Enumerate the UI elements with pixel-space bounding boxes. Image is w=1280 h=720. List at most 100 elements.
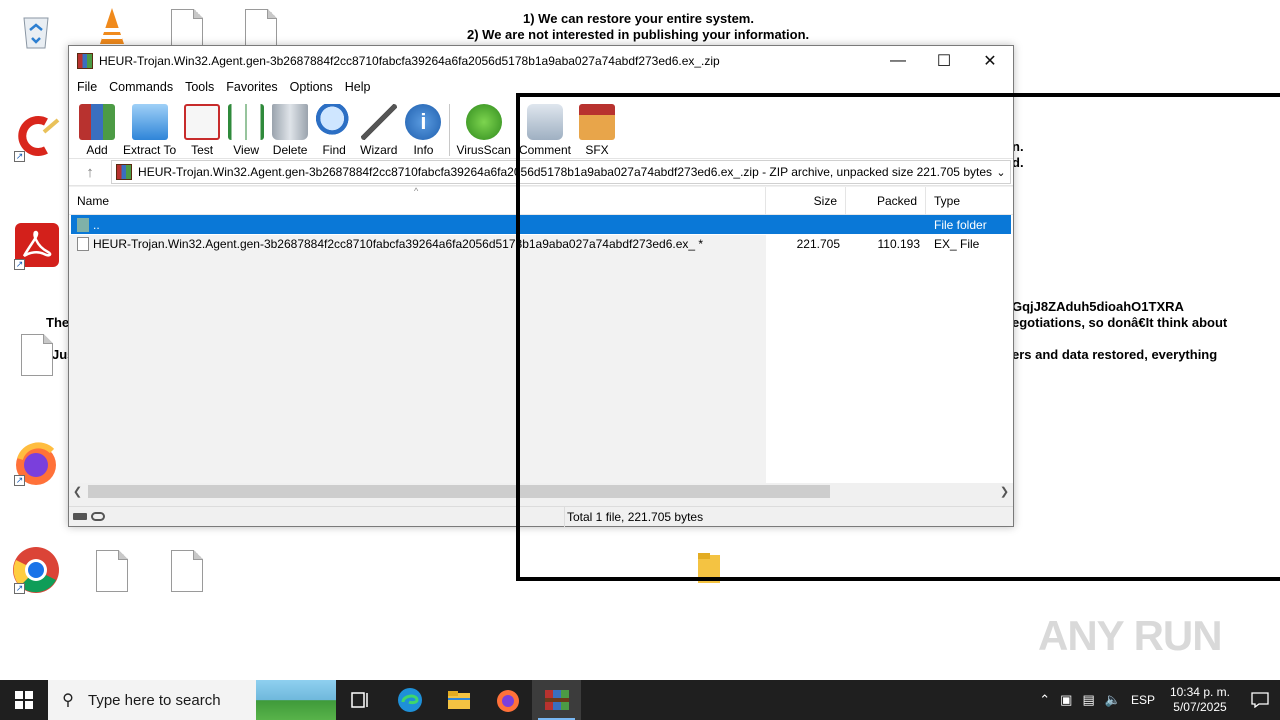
row-name: .. [93, 217, 100, 232]
search-box[interactable]: ⚲ Type here to search [48, 680, 336, 720]
table-row[interactable]: .. File folder [71, 215, 1011, 234]
note-line-2: 2) We are not interested in publishing y… [467, 27, 810, 42]
row-type: EX_ File [934, 236, 980, 251]
address-text: HEUR-Trojan.Win32.Agent.gen-3b2687884f2c… [138, 165, 992, 179]
volume-icon[interactable]: 🔈 [1105, 692, 1121, 708]
search-placeholder: Type here to search [88, 691, 221, 709]
virusscan-button[interactable]: VirusScan [456, 104, 511, 157]
close-button[interactable]: ✕ [967, 46, 1013, 76]
column-packed[interactable]: Packed [846, 186, 926, 215]
add-button[interactable]: Add [79, 104, 115, 157]
address-field[interactable]: HEUR-Trojan.Win32.Agent.gen-3b2687884f2c… [111, 160, 1011, 184]
column-size[interactable]: Size [766, 186, 846, 215]
add-icon [79, 104, 115, 140]
virusscan-icon [465, 104, 502, 140]
minimize-button[interactable]: — [875, 46, 921, 76]
title-bar[interactable]: HEUR-Trojan.Win32.Agent.gen-3b2687884f2c… [69, 46, 1013, 76]
find-icon [316, 104, 353, 140]
scroll-left-icon[interactable]: ❮ [69, 485, 86, 498]
extract-to-button[interactable]: Extract To [123, 104, 176, 157]
column-header: Name Size Packed Type [69, 186, 1013, 215]
virusscan-label: VirusScan [456, 143, 511, 157]
comment-button[interactable]: Comment [519, 104, 571, 157]
delete-button[interactable]: Delete [272, 104, 309, 157]
winrar-window[interactable]: HEUR-Trojan.Win32.Agent.gen-3b2687884f2c… [68, 45, 1014, 527]
file-icon[interactable] [21, 334, 53, 376]
file-list[interactable]: Name Size Packed Type ^ .. File folder H… [69, 186, 1013, 483]
clock-time: 10:34 p. m. [1169, 685, 1230, 699]
extract-to-icon [131, 104, 168, 140]
scroll-right-icon[interactable]: ❯ [996, 485, 1013, 498]
sfx-icon [578, 104, 615, 140]
file-explorer-taskbar-button[interactable] [434, 680, 483, 720]
row-type: File folder [934, 217, 987, 232]
find-button[interactable]: Find [316, 104, 353, 157]
menu-tools[interactable]: Tools [179, 80, 220, 94]
table-row[interactable]: HEUR-Trojan.Win32.Agent.gen-3b2687884f2c… [71, 234, 1011, 253]
row-name-cell: HEUR-Trojan.Win32.Agent.gen-3b2687884f2c… [71, 236, 766, 251]
archive-icon [116, 164, 133, 180]
network-icon[interactable]: ▤ [1082, 692, 1094, 708]
clock-date: 5/07/2025 [1173, 700, 1227, 714]
info-icon: i [405, 104, 442, 140]
system-tray: ⌃ ▣ ▤ 🔈 ESP 10:34 p. m. 5/07/2025 [1034, 680, 1280, 720]
start-button[interactable] [0, 680, 48, 720]
test-icon [184, 104, 221, 140]
scroll-track[interactable] [86, 485, 996, 498]
folder-icon[interactable] [696, 551, 722, 587]
chevron-up-icon[interactable]: ⌃ [1039, 692, 1050, 708]
scroll-thumb[interactable] [88, 485, 830, 498]
delete-label: Delete [272, 143, 308, 157]
maximize-button[interactable]: ☐ [921, 46, 967, 76]
chevron-down-icon[interactable]: ⌄ [992, 166, 1010, 179]
up-arrow-icon[interactable]: ↑ [69, 164, 111, 181]
recycle-bin-icon[interactable] [14, 8, 62, 56]
watermark: ANY RUN [1038, 612, 1223, 659]
row-name: HEUR-Trojan.Win32.Agent.gen-3b2687884f2c… [93, 236, 704, 251]
row-name-cell: .. [71, 217, 766, 232]
firefox-taskbar-button[interactable] [483, 680, 532, 720]
menu-options[interactable]: Options [284, 80, 339, 94]
file-icon[interactable] [171, 550, 203, 592]
menu-favorites[interactable]: Favorites [220, 80, 283, 94]
comment-icon [526, 104, 563, 140]
note-fragment-the: The [46, 315, 70, 330]
status-text: Total 1 file, 221.705 bytes [567, 509, 704, 524]
view-button[interactable]: View [228, 104, 265, 157]
wizard-label: Wizard [360, 143, 398, 157]
note-fragment-restored: ers and data restored, everything [1012, 347, 1218, 362]
key-icon[interactable] [91, 512, 105, 521]
language-indicator[interactable]: ESP [1131, 693, 1155, 707]
view-icon [228, 104, 265, 140]
status-icons [69, 506, 565, 527]
clock[interactable]: 10:34 p. m. 5/07/2025 [1170, 685, 1230, 715]
menu-commands[interactable]: Commands [103, 80, 179, 94]
edge-taskbar-button[interactable] [385, 680, 434, 720]
task-view-button[interactable] [336, 680, 385, 720]
edge-icon [397, 688, 422, 712]
menu-file[interactable]: File [71, 80, 103, 94]
sort-arrow-icon: ^ [414, 186, 419, 196]
sfx-label: SFX [585, 143, 609, 157]
task-view-icon [350, 692, 368, 708]
info-button[interactable]: i Info [405, 104, 442, 157]
shortcut-arrow-icon: ↗ [14, 475, 25, 486]
drive-icon[interactable] [73, 513, 87, 520]
folder-up-icon [77, 217, 89, 232]
menu-help[interactable]: Help [339, 80, 377, 94]
wizard-button[interactable]: Wizard [360, 104, 397, 157]
search-icon: ⚲ [62, 692, 74, 709]
column-type[interactable]: Type [926, 187, 1013, 215]
file-icon[interactable] [96, 550, 128, 592]
horizontal-scrollbar[interactable]: ❮ ❯ [69, 483, 1013, 500]
winrar-icon [544, 690, 569, 710]
windows-logo-icon [15, 691, 33, 709]
test-button[interactable]: Test [184, 104, 221, 157]
network-status-icon[interactable]: ▣ [1060, 692, 1072, 708]
winrar-taskbar-button[interactable] [532, 680, 581, 720]
notification-button[interactable] [1240, 680, 1280, 720]
taskbar: ⚲ Type here to search ⌃ ▣ ▤ 🔈 ESP 10:34 … [0, 680, 1280, 720]
shortcut-arrow-icon: ↗ [14, 259, 25, 270]
test-label: Test [191, 143, 214, 157]
sfx-button[interactable]: SFX [578, 104, 615, 157]
